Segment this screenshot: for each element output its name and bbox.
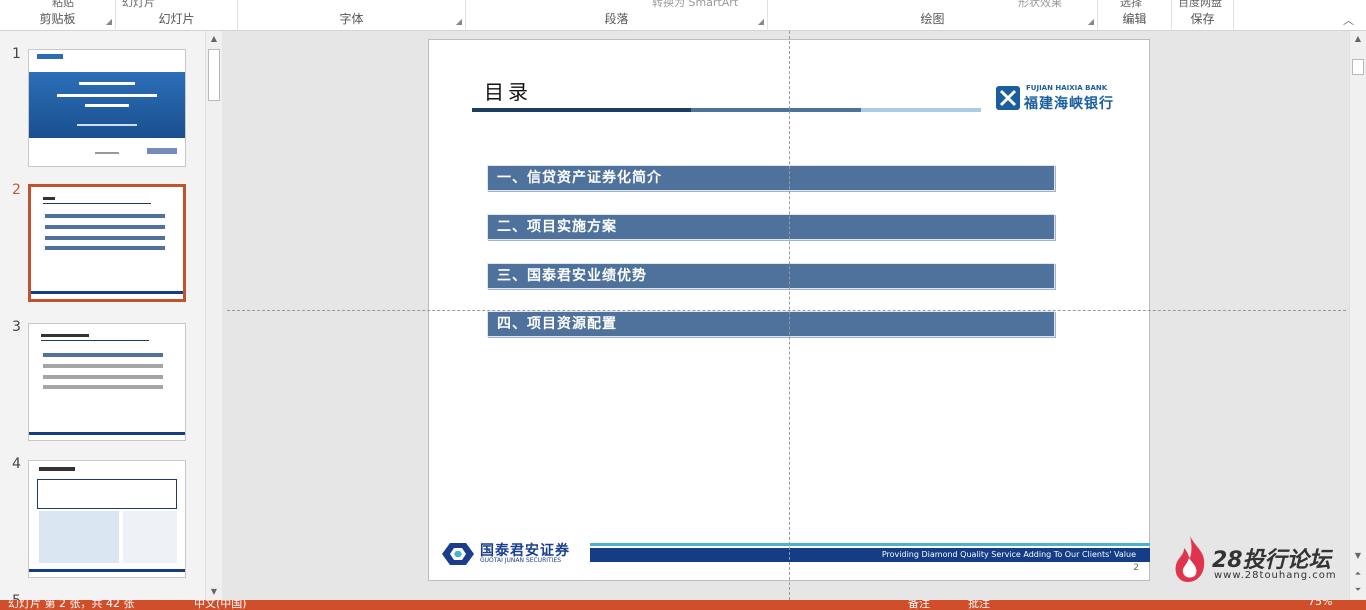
- convert-smartart-button[interactable]: 转换为 SmartArt: [652, 0, 738, 10]
- slide-thumbnail-panel: 1 2 3 4: [0, 31, 222, 600]
- select-button[interactable]: 选择: [1120, 0, 1142, 10]
- comments-button[interactable]: 批注: [968, 600, 990, 610]
- scroll-thumb[interactable]: [208, 49, 220, 101]
- language-status[interactable]: 中文(中国): [194, 600, 247, 610]
- slide-page-number: 2: [1133, 563, 1139, 573]
- thumb-cover-image: [29, 72, 185, 138]
- thumbnail-number: 5: [12, 593, 21, 600]
- footer-accent-line: [590, 543, 1150, 546]
- title-underline: [861, 108, 981, 112]
- editor-scrollbar[interactable]: ▲ ▼ ⏶ ⏷: [1349, 31, 1366, 600]
- thumbnail-number: 4: [12, 456, 21, 472]
- slide-thumbnail-3[interactable]: [28, 323, 186, 441]
- thumbnail-number: 1: [12, 46, 21, 62]
- group-label-save: 保存: [1190, 12, 1215, 26]
- bank-name-cn: 福建海峡银行: [1024, 96, 1114, 112]
- notes-button[interactable]: 备注: [908, 600, 930, 610]
- title-underline: [472, 108, 691, 112]
- dialog-launcher-icon[interactable]: ◢: [1088, 17, 1094, 26]
- ribbon-group-editing: 选择 编辑: [1098, 0, 1172, 31]
- thumb-header: [29, 50, 185, 64]
- scroll-down-icon[interactable]: ▼: [1350, 548, 1366, 564]
- toc-item-1[interactable]: 一、信贷资产证券化简介: [487, 165, 1055, 191]
- thumbnail-number: 3: [12, 319, 21, 335]
- title-underline: [691, 108, 861, 112]
- zoom-level[interactable]: 75%: [1308, 600, 1332, 608]
- group-label-slides: 幻灯片: [158, 12, 195, 26]
- toc-item-4[interactable]: 四、项目资源配置: [487, 311, 1055, 337]
- bank-name-en: FUJIAN HAIXIA BANK: [1026, 84, 1108, 92]
- collapse-ribbon-icon[interactable]: ︿: [1343, 12, 1354, 28]
- thumbnail-scrollbar[interactable]: ▲ ▼: [205, 31, 222, 600]
- dialog-launcher-icon[interactable]: ◢: [106, 17, 112, 26]
- flame-icon: [1175, 536, 1205, 582]
- group-label-clipboard: 剪贴板: [39, 12, 76, 26]
- ribbon-group-save: 百度网盘 保存: [1172, 0, 1234, 31]
- group-label-font: 字体: [339, 12, 364, 26]
- paste-button[interactable]: 粘贴: [52, 0, 74, 10]
- slide-thumbnail-1[interactable]: [28, 49, 186, 167]
- gtja-logo-icon: [442, 543, 474, 565]
- scroll-up-icon[interactable]: ▲: [206, 31, 222, 47]
- vertical-guide[interactable]: [789, 31, 790, 600]
- horizontal-guide[interactable]: [227, 310, 1346, 311]
- toc-item-2[interactable]: 二、项目实施方案: [487, 214, 1055, 240]
- ribbon-group-font: 字体 ◢: [238, 0, 466, 31]
- watermark-url: www.28touhang.com: [1214, 570, 1337, 581]
- ribbon-group-clipboard: 粘贴 剪贴板 ◢: [0, 0, 116, 31]
- footer-tagline: Providing Diamond Quality Service Adding…: [590, 548, 1150, 562]
- ribbon: 粘贴 剪贴板 ◢ 幻灯片 幻灯片 字体 ◢ 转换为 SmartArt 段落 ◢ …: [0, 0, 1366, 31]
- toc-item-3[interactable]: 三、国泰君安业绩优势: [487, 263, 1055, 289]
- bank-logo-icon: [996, 86, 1020, 110]
- scroll-thumb[interactable]: [1352, 59, 1364, 75]
- scroll-down-icon[interactable]: ▼: [206, 584, 222, 600]
- scroll-up-icon[interactable]: ▲: [1350, 31, 1366, 47]
- footer-company-en: GUOTAI JUNAN SECURITIES: [480, 557, 562, 564]
- ribbon-group-drawing: 形状效果 绘图 ◢: [768, 0, 1098, 31]
- new-slide-button[interactable]: 幻灯片: [122, 0, 155, 10]
- shape-effects-button[interactable]: 形状效果: [1018, 0, 1062, 10]
- ribbon-group-paragraph: 转换为 SmartArt 段落 ◢: [466, 0, 768, 31]
- slide-count-status: 幻灯片 第 2 张，共 42 张: [8, 600, 135, 610]
- slide-title[interactable]: 目录: [484, 76, 532, 105]
- slide-thumbnail-2[interactable]: [28, 184, 186, 302]
- baidu-netdisk-button[interactable]: 百度网盘: [1178, 0, 1222, 10]
- ribbon-group-slides: 幻灯片 幻灯片: [116, 0, 238, 31]
- slide-thumbnail-4[interactable]: [28, 460, 186, 578]
- group-label-drawing: 绘图: [920, 12, 945, 26]
- group-label-editing: 编辑: [1122, 12, 1147, 26]
- dialog-launcher-icon[interactable]: ◢: [456, 17, 462, 26]
- next-slide-icon[interactable]: ⏷: [1350, 582, 1366, 598]
- dialog-launcher-icon[interactable]: ◢: [758, 17, 764, 26]
- forum-watermark: 28投行论坛 www.28touhang.com: [1168, 534, 1348, 586]
- status-bar: 幻灯片 第 2 张，共 42 张 中文(中国) 备注 批注 75%: [0, 600, 1366, 610]
- thumbnail-number: 2: [12, 182, 21, 198]
- group-label-paragraph: 段落: [604, 12, 629, 26]
- previous-slide-icon[interactable]: ⏶: [1350, 566, 1366, 582]
